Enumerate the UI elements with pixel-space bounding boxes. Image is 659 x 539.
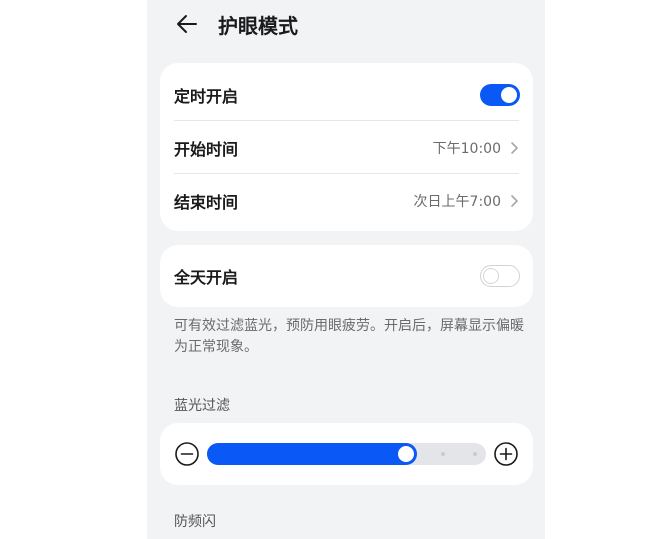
page-title: 护眼模式 [218,13,298,38]
chevron-right-icon [511,194,518,207]
toggle-knob [501,86,517,103]
back-button[interactable] [173,10,201,38]
timer-label: 定时开启 [174,86,239,106]
anti-flicker-section-label: 防频闪 [174,514,216,530]
start-time-value: 下午10:00 [432,140,501,157]
all-day-label: 全天开启 [174,267,239,287]
slider-tick [473,452,477,456]
slider-fill [207,443,417,465]
slider-handle[interactable] [398,446,414,462]
minus-circle-icon[interactable] [174,441,200,467]
plus-circle-icon[interactable] [493,441,519,467]
slider-tick [441,452,445,456]
header: 护眼模式 [173,6,298,42]
timer-toggle[interactable] [480,83,520,106]
chevron-right-icon [511,141,518,154]
all-day-toggle[interactable] [480,264,520,287]
end-time-label: 结束时间 [174,192,239,212]
all-day-row[interactable]: 全天开启 [160,249,533,302]
blue-filter-slider[interactable] [207,443,486,465]
blue-filter-section-label: 蓝光过滤 [174,398,230,414]
hint-text: 可有效过滤蓝光，预防用眼疲劳。开启后，屏幕显示偏暖为正常现象。 [174,318,524,355]
toggle-knob [483,267,499,284]
start-time-row[interactable]: 开始时间 下午10:00 [160,121,533,174]
schedule-card: 定时开启 开始时间 下午10:00 结束时间 次日上午7:00 [160,63,533,231]
start-time-label: 开始时间 [174,139,239,159]
end-time-value: 次日上午7:00 [413,193,501,210]
timer-row[interactable]: 定时开启 [160,68,533,121]
end-time-row[interactable]: 结束时间 次日上午7:00 [160,174,533,227]
arrow-left-icon [177,15,197,33]
all-day-card: 全天开启 [160,245,533,307]
